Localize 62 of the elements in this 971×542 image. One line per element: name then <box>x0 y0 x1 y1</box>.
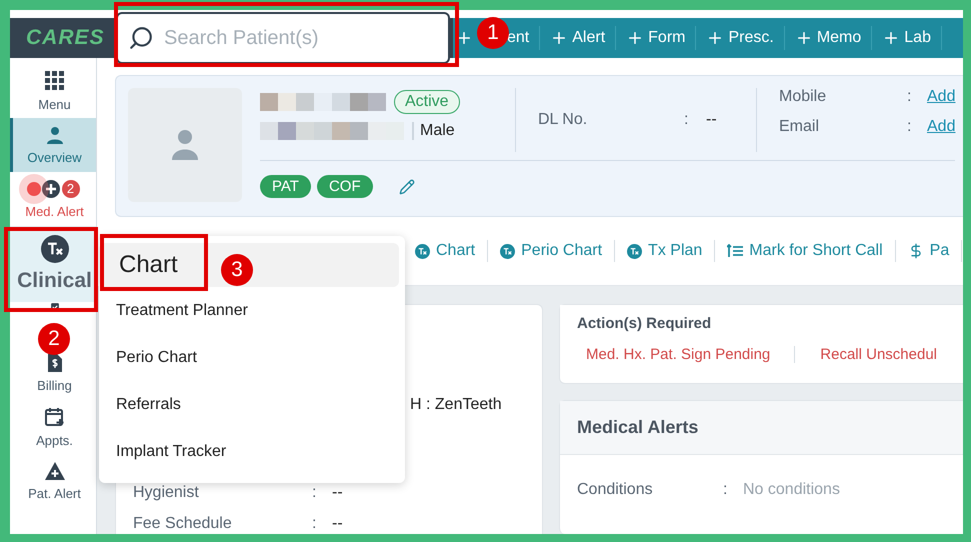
tab[interactable]: Pa <box>896 240 962 262</box>
colon: : <box>907 118 912 136</box>
sidebar-item[interactable]: Appts. <box>10 400 96 454</box>
field-label: Fee Schedule <box>133 514 233 532</box>
sidebar-item[interactable]: Menu <box>10 64 96 118</box>
quick-add-button[interactable]: Memo <box>784 26 872 50</box>
colon: : <box>312 514 318 532</box>
search-field[interactable]: Search Patient(s) <box>118 14 448 62</box>
plus-circle-icon <box>42 180 60 198</box>
field-label: Hygienist <box>133 484 200 502</box>
list-icon <box>727 244 744 258</box>
quick-add-button[interactable]: Form <box>616 26 696 50</box>
sidebar-item[interactable]: 2 Med. Alert <box>10 172 96 226</box>
app-logo: CARES <box>25 26 106 50</box>
colon: : <box>723 481 728 499</box>
tab[interactable]: Mark for Short Call <box>715 240 896 262</box>
avatar-placeholder-icon <box>172 130 198 160</box>
tx-icon <box>627 244 642 258</box>
detail-text: H : ZenTeeth <box>410 396 503 414</box>
sidebar-item[interactable]: Overview <box>10 118 96 172</box>
colon: : <box>312 484 318 502</box>
gender-text: Male <box>412 122 455 140</box>
quick-add-button[interactable]: Alert <box>540 26 616 50</box>
warning-plus-icon <box>44 462 64 480</box>
tx-icon <box>500 244 516 258</box>
action-item[interactable]: Recall Unschedul <box>820 346 938 363</box>
patient-tag: COF <box>316 175 373 198</box>
field-label: Mobile <box>779 88 828 106</box>
menu-grid-icon <box>44 70 64 90</box>
tab[interactable]: Perio Chart <box>488 240 616 262</box>
dropdown-option[interactable]: Perio Chart <box>99 334 399 381</box>
dropdown-option[interactable]: Implant Tracker <box>99 428 399 475</box>
field-label: Email <box>779 118 820 136</box>
search-icon <box>128 25 154 51</box>
add-link[interactable]: Add <box>927 88 956 106</box>
sidebar-item[interactable]: Clinical <box>10 226 96 302</box>
calendar-plus-icon <box>44 406 64 426</box>
field-value: -- <box>332 484 343 502</box>
colon: : <box>907 88 912 106</box>
field-value: -- <box>332 514 343 532</box>
tx-icon <box>415 244 430 258</box>
add-link[interactable]: Add <box>927 118 956 136</box>
patient-tag: PAT <box>260 175 311 198</box>
field-label: DL No. <box>538 111 588 129</box>
card-title: Medical Alerts <box>560 401 963 455</box>
person-icon <box>46 126 62 144</box>
dropdown-option[interactable]: Treatment Planner <box>99 287 399 334</box>
action-item[interactable]: Med. Hx. Pat. Sign Pending <box>586 346 796 363</box>
tx-icon <box>40 235 68 263</box>
status-badge: Active <box>394 90 460 114</box>
count-badge: 2 <box>62 180 80 198</box>
field-value: -- <box>706 111 717 129</box>
field-value: No conditions <box>743 481 840 499</box>
edit-icon[interactable] <box>398 178 415 194</box>
sidebar-item[interactable]: Pat. Alert <box>10 454 96 508</box>
quick-add-button[interactable]: Lab <box>872 26 942 50</box>
field-label: Conditions <box>577 481 654 499</box>
dropdown-option[interactable]: Referrals <box>99 381 399 428</box>
quick-add-button[interactable]: Presc. <box>696 26 785 50</box>
tab[interactable]: Tx Plan <box>615 240 716 262</box>
bill-icon <box>48 354 62 372</box>
colon: : <box>684 111 690 129</box>
